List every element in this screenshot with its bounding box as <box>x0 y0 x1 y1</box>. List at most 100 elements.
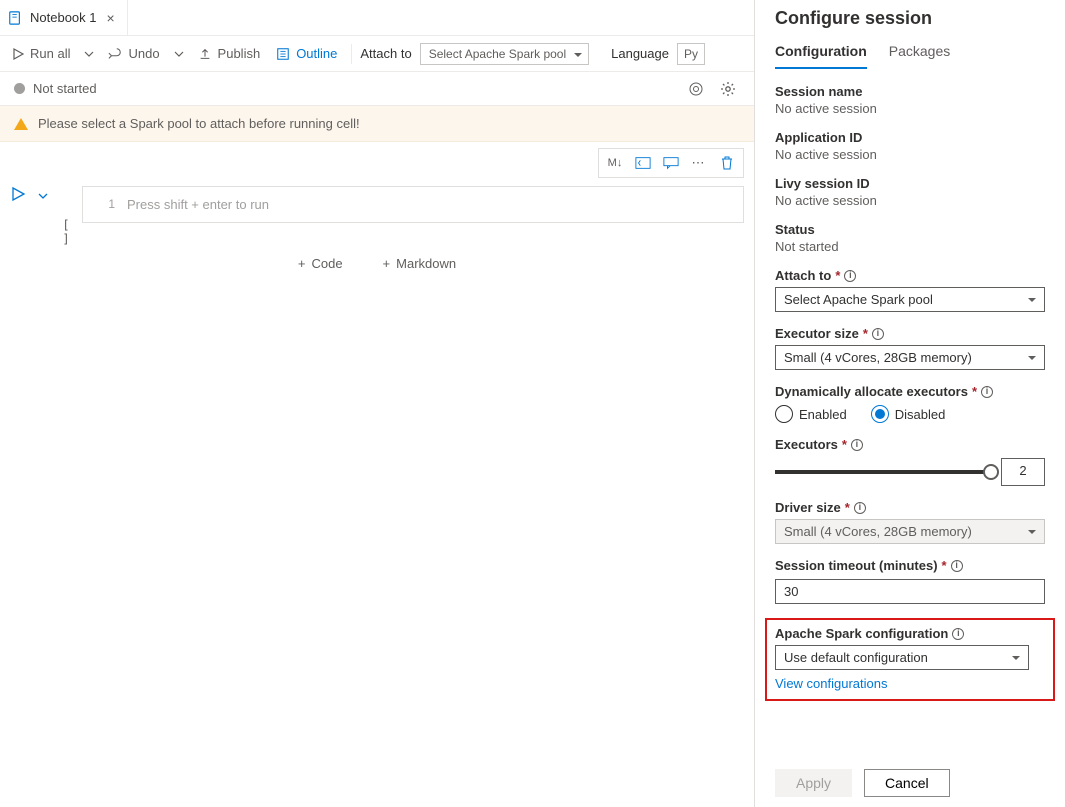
session-timeout-input[interactable] <box>775 579 1045 604</box>
cell-placeholder: Press shift + enter to run <box>127 197 269 212</box>
line-number: 1 <box>97 197 127 212</box>
info-icon[interactable]: i <box>844 270 856 282</box>
executor-size-label: Executor size <box>775 326 859 341</box>
publish-label: Publish <box>218 46 261 61</box>
convert-code-button[interactable] <box>629 151 657 175</box>
attach-to-select[interactable]: Select Apache Spark pool <box>775 287 1045 312</box>
plus-icon: + <box>298 256 306 271</box>
panel-footer: Apply Cancel <box>775 759 1045 807</box>
plus-icon: + <box>383 256 391 271</box>
target-icon[interactable] <box>684 77 708 101</box>
warning-bar: Please select a Spark pool to attach bef… <box>0 106 754 142</box>
code-cell[interactable]: 1 Press shift + enter to run <box>82 186 744 223</box>
outline-label: Outline <box>296 46 337 61</box>
tab-packages[interactable]: Packages <box>889 39 950 69</box>
spark-config-highlight: Apache Spark configuration i Use default… <box>765 618 1055 701</box>
radio-enabled-label: Enabled <box>799 407 847 422</box>
spark-config-value: Use default configuration <box>784 650 928 665</box>
info-icon[interactable]: i <box>981 386 993 398</box>
outline-button[interactable]: Outline <box>270 42 343 65</box>
apply-button: Apply <box>775 769 852 797</box>
undo-button[interactable]: Undo <box>102 42 165 65</box>
comment-button[interactable] <box>657 151 685 175</box>
required-marker: * <box>863 326 868 341</box>
radio-enabled[interactable]: Enabled <box>775 405 847 423</box>
driver-size-label: Driver size <box>775 500 841 515</box>
attach-to-value: Select Apache Spark pool <box>784 292 933 307</box>
notebook-tab-title: Notebook 1 <box>30 10 97 25</box>
required-marker: * <box>842 437 847 452</box>
field-executors: Executors * i 2 <box>775 437 1045 486</box>
required-marker: * <box>835 268 840 283</box>
executors-slider[interactable] <box>775 470 991 474</box>
cancel-button[interactable]: Cancel <box>864 769 950 797</box>
panel-title: Configure session <box>775 8 1045 29</box>
undo-label: Undo <box>128 46 159 61</box>
field-driver-size: Driver size * i Small (4 vCores, 28GB me… <box>775 500 1045 544</box>
markdown-convert-label: M↓ <box>608 157 623 169</box>
toolbar-separator <box>351 44 352 64</box>
field-status: Status Not started <box>775 222 1045 254</box>
run-cell-button[interactable] <box>10 186 30 206</box>
exec-count: [ ] <box>56 186 76 246</box>
undo-icon <box>108 47 122 61</box>
markdown-convert-button[interactable]: M↓ <box>601 151 629 175</box>
warning-icon <box>14 111 28 130</box>
field-attach-to: Attach to * i Select Apache Spark pool <box>775 268 1045 312</box>
field-session-timeout: Session timeout (minutes) * i <box>775 558 1045 604</box>
radio-disabled-label: Disabled <box>895 407 946 422</box>
radio-bullet-icon <box>775 405 793 423</box>
gear-icon[interactable] <box>716 77 740 101</box>
info-icon[interactable]: i <box>951 560 963 572</box>
slider-thumb-icon[interactable] <box>983 464 999 480</box>
cell-menu-dropdown[interactable] <box>36 186 50 206</box>
language-label: Language <box>611 46 669 61</box>
info-icon[interactable]: i <box>952 628 964 640</box>
info-icon[interactable]: i <box>872 328 884 340</box>
status-label: Status <box>775 222 1045 237</box>
executors-value[interactable]: 2 <box>1001 458 1045 486</box>
cell-row: [ ] 1 Press shift + enter to run <box>0 178 754 246</box>
tab-configuration[interactable]: Configuration <box>775 39 867 69</box>
info-icon[interactable]: i <box>851 439 863 451</box>
field-spark-config: Apache Spark configuration i Use default… <box>775 626 1045 691</box>
play-icon <box>12 48 24 60</box>
run-all-label: Run all <box>30 46 70 61</box>
required-marker: * <box>845 500 850 515</box>
publish-button[interactable]: Publish <box>192 42 267 65</box>
undo-dropdown[interactable] <box>170 45 188 63</box>
run-all-dropdown[interactable] <box>80 45 98 63</box>
close-icon[interactable]: × <box>105 10 117 26</box>
required-marker: * <box>942 558 947 573</box>
language-value: Py <box>684 47 698 61</box>
info-icon[interactable]: i <box>854 502 866 514</box>
attach-to-label: Attach to <box>775 268 831 283</box>
tab-bar: Notebook 1 × <box>0 0 754 36</box>
dyn-alloc-label: Dynamically allocate executors <box>775 384 968 399</box>
add-code-button[interactable]: + Code <box>298 256 343 271</box>
add-code-label: Code <box>311 256 342 271</box>
upload-icon <box>198 47 212 61</box>
livy-id-value: No active session <box>775 193 1045 208</box>
radio-disabled[interactable]: Disabled <box>871 405 946 423</box>
cell-toolbar-row: M↓ ⋯ <box>0 142 754 178</box>
notebook-tab[interactable]: Notebook 1 × <box>0 0 128 35</box>
language-select[interactable]: Py <box>677 43 705 65</box>
field-dyn-alloc: Dynamically allocate executors * i Enabl… <box>775 384 1045 423</box>
delete-cell-button[interactable] <box>713 151 741 175</box>
view-configurations-link[interactable]: View configurations <box>775 676 1045 691</box>
field-executor-size: Executor size * i Small (4 vCores, 28GB … <box>775 326 1045 370</box>
add-markdown-button[interactable]: + Markdown <box>383 256 457 271</box>
configure-session-panel: Configure session Configuration Packages… <box>755 0 1065 807</box>
pool-select[interactable]: Select Apache Spark pool <box>420 43 589 65</box>
status-value: Not started <box>775 239 1045 254</box>
add-markdown-label: Markdown <box>396 256 456 271</box>
more-options-button[interactable]: ⋯ <box>685 151 713 175</box>
executor-size-value: Small (4 vCores, 28GB memory) <box>784 350 972 365</box>
spark-config-select[interactable]: Use default configuration <box>775 645 1029 670</box>
field-session-name: Session name No active session <box>775 84 1045 116</box>
attach-to-label: Attach to <box>360 46 411 61</box>
status-dot-icon <box>14 83 25 94</box>
executor-size-select[interactable]: Small (4 vCores, 28GB memory) <box>775 345 1045 370</box>
run-all-button[interactable]: Run all <box>6 42 76 65</box>
